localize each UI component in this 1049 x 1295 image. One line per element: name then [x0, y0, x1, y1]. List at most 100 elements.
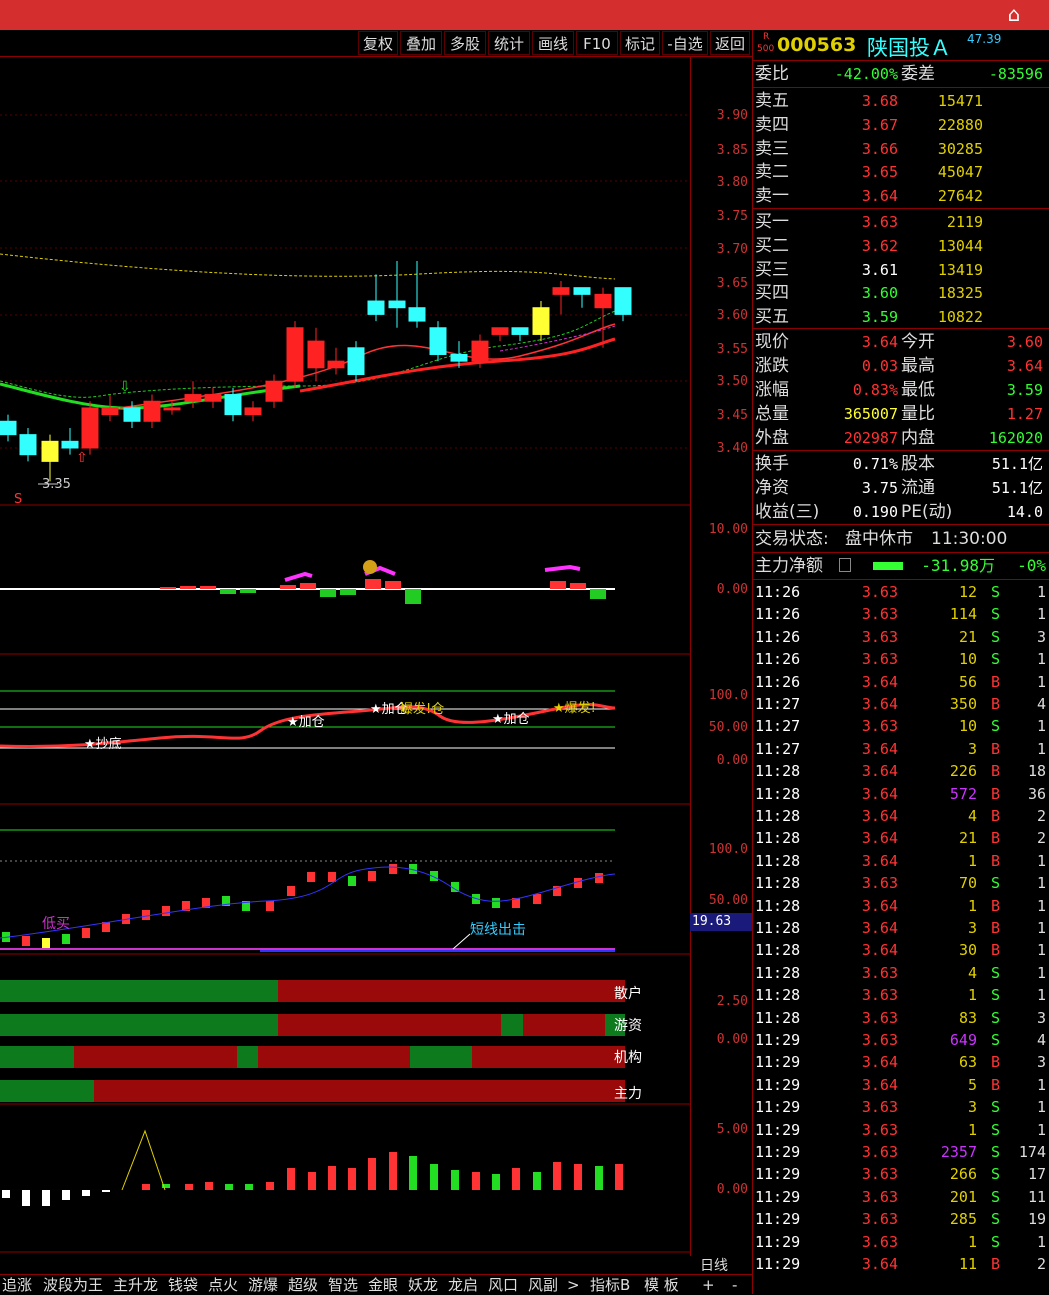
tick-row: 11:28 3.63 83 S 3 — [753, 1007, 1049, 1029]
tick-row: 11:28 3.64 4 B 2 — [753, 805, 1049, 827]
level-label: 卖二 — [755, 162, 789, 183]
overlay-button[interactable]: 叠加 — [400, 31, 442, 55]
level-volume: 27642 — [937, 187, 983, 206]
macd-bar — [180, 586, 196, 589]
bars-tick: 2.50 — [716, 994, 748, 1009]
draw-line-button[interactable]: 画线 — [532, 31, 574, 55]
period-label[interactable]: 日线 — [700, 1255, 728, 1275]
tick-count: 2 — [1036, 1255, 1046, 1273]
ind3-dot — [22, 936, 30, 946]
candle-body — [347, 347, 365, 376]
buy-level[interactable]: 买二 3.62 13044 — [753, 234, 1049, 258]
candle-body — [0, 420, 17, 436]
mark-button[interactable]: 标记 — [620, 31, 660, 55]
macd-bar — [280, 585, 296, 589]
quote-label: 总量 — [755, 404, 789, 424]
tick-time: 11:27 — [755, 717, 801, 736]
tab-jinyan[interactable]: 金眼 — [368, 1275, 398, 1295]
tab-dianhuo[interactable]: 点火 — [208, 1275, 238, 1295]
tick-price: 3.64 — [861, 762, 898, 781]
quote-panel: R 500 000563 陕国投Ａ 47.39 委比 -42.00% 委差 -8… — [752, 30, 1049, 1294]
fundamental-row: 换手 0.71% 股本 51.1亿 — [753, 452, 1049, 476]
tab-yaolong[interactable]: 妖龙 — [408, 1275, 438, 1295]
tick-side: S — [991, 1031, 1001, 1049]
candle-body — [163, 407, 181, 411]
macd-bar — [160, 587, 176, 589]
tick-price: 3.64 — [861, 695, 898, 713]
volume-bar — [595, 1166, 603, 1190]
price-tick: 3.45 — [716, 408, 748, 423]
volume-bar — [389, 1152, 397, 1190]
tick-count: 4 — [1036, 1031, 1046, 1049]
tab-zhushenglong[interactable]: 主升龙 — [113, 1275, 158, 1295]
tab-zhuizhang[interactable]: 追涨 — [2, 1275, 32, 1295]
tick-price: 3.64 — [861, 1075, 898, 1094]
list-icon[interactable] — [839, 558, 851, 572]
sell-level[interactable]: 卖五 3.68 15471 — [753, 89, 1049, 113]
tick-price: 3.63 — [861, 583, 898, 601]
tick-time: 11:26 — [755, 627, 801, 646]
level-volume: 13044 — [937, 236, 983, 255]
buy-level[interactable]: 买五 3.59 10822 — [753, 305, 1049, 329]
tick-price: 3.63 — [861, 717, 898, 736]
tab-zhibiao-b[interactable]: 指标B — [590, 1275, 630, 1295]
buy-level[interactable]: 买四 3.60 18325 — [753, 281, 1049, 305]
fuquan-button[interactable]: 复权 — [358, 31, 398, 55]
tick-side: S — [991, 1210, 1001, 1229]
tick-row: 11:28 3.63 1 S 1 — [753, 984, 1049, 1006]
tab-chaoji[interactable]: 超级 — [288, 1275, 318, 1295]
sell-level[interactable]: 卖二 3.65 45047 — [753, 160, 1049, 184]
weibi-value: -42.00% — [834, 65, 898, 83]
multi-stock-button[interactable]: 多股 — [444, 31, 486, 55]
tick-volume: 1 — [967, 896, 977, 915]
candle-body — [143, 400, 161, 422]
tab-qiandai[interactable]: 钱袋 — [168, 1275, 198, 1295]
tab-next[interactable]: > — [567, 1275, 580, 1295]
tick-volume: 226 — [949, 762, 977, 781]
buy-level[interactable]: 买三 3.61 13419 — [753, 258, 1049, 282]
tab-longqi[interactable]: 龙启 — [448, 1275, 478, 1295]
tab-zhixuan[interactable]: 智选 — [328, 1275, 358, 1295]
sell-level[interactable]: 卖三 3.66 30285 — [753, 137, 1049, 161]
tab-add[interactable]: + — [702, 1275, 715, 1295]
level-price: 3.59 — [861, 308, 898, 327]
tick-side: S — [991, 1232, 1001, 1251]
tab-template[interactable]: 模 板 — [644, 1275, 679, 1295]
ma-red-thick — [299, 337, 616, 393]
tick-time: 11:26 — [755, 605, 801, 624]
tick-row: 11:26 3.63 21 S 3 — [753, 626, 1049, 648]
sell-level[interactable]: 卖一 3.64 27642 — [753, 184, 1049, 208]
f10-button[interactable]: F10 — [576, 31, 618, 55]
home-icon[interactable]: ⌂ — [1001, 2, 1027, 26]
baofa2-label: ★爆发! — [553, 700, 596, 716]
volume-bar — [574, 1164, 582, 1190]
tick-side: B — [991, 762, 1001, 781]
quote-row: 涨幅 0.83% 最低 3.59 — [753, 378, 1049, 402]
level-label: 买四 — [755, 283, 789, 304]
tick-price: 3.63 — [861, 1165, 898, 1184]
tab-boduan[interactable]: 波段为王 — [43, 1275, 103, 1295]
tick-count: 3 — [1036, 627, 1046, 646]
tick-side: S — [991, 1165, 1001, 1184]
tab-remove[interactable]: - — [732, 1275, 737, 1295]
candle-body — [19, 434, 37, 456]
back-button[interactable]: 返回 — [710, 31, 750, 55]
tick-side: B — [991, 829, 1001, 848]
stats-button[interactable]: 统计 — [488, 31, 530, 55]
buy-level[interactable]: 买一 3.63 2119 — [753, 210, 1049, 234]
candle-body — [429, 327, 447, 355]
tick-volume: 285 — [949, 1210, 977, 1229]
price-gridlines — [0, 114, 690, 449]
trade-status-value: 盘中休市 — [845, 529, 913, 549]
tab-fengfu[interactable]: 风副 — [528, 1275, 558, 1295]
remove-watchlist-button[interactable]: -自选 — [662, 31, 708, 55]
candle-body — [367, 300, 385, 315]
tick-count: 1 — [1036, 874, 1046, 893]
ind3-current-value: 19.63 — [690, 913, 752, 931]
tick-volume: 350 — [949, 695, 977, 713]
kline-chart[interactable]: 3.35 S ⇩ ⇧ ★抄底 ★加仓 ★加仓 爆发!仓 ★加仓 ★爆发! 低买 … — [0, 56, 690, 1256]
tab-fengkou[interactable]: 风口 — [488, 1275, 518, 1295]
tab-youbao[interactable]: 游爆 — [248, 1275, 278, 1295]
macd-bar — [300, 583, 316, 589]
sell-level[interactable]: 卖四 3.67 22880 — [753, 113, 1049, 137]
